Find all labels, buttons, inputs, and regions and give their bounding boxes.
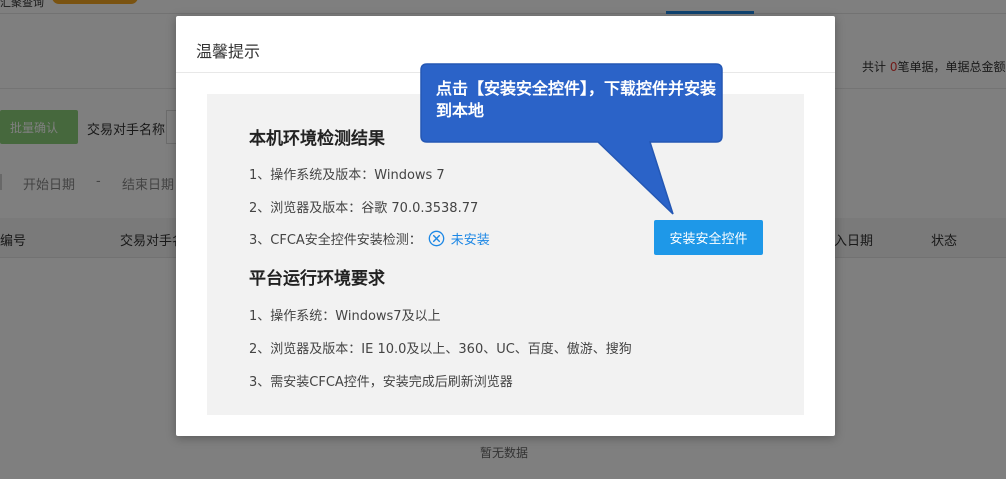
- dialog-body: 本机环境检测结果 1、操作系统及版本：Windows 7 2、浏览器及版本：谷歌…: [207, 94, 804, 415]
- req-browser-item: 2、浏览器及版本：IE 10.0及以上、360、UC、百度、傲游、搜狗: [249, 342, 632, 357]
- dialog-header: 温馨提示: [176, 16, 835, 73]
- dialog-title: 温馨提示: [196, 42, 261, 61]
- env-browser-item: 2、浏览器及版本：谷歌 70.0.3538.77: [249, 201, 479, 216]
- tips-dialog: 温馨提示 本机环境检测结果 1、操作系统及版本：Windows 7 2、浏览器及…: [176, 16, 835, 436]
- env-check-title: 本机环境检测结果: [249, 129, 385, 149]
- cfca-check-label: 3、CFCA安全控件安装检测：: [249, 233, 422, 248]
- env-os-item: 1、操作系统及版本：Windows 7: [249, 168, 445, 183]
- req-cfca-item: 3、需安装CFCA控件，安装完成后刷新浏览器: [249, 375, 513, 390]
- req-os-item: 1、操作系统：Windows7及以上: [249, 309, 441, 324]
- env-cfca-item: 3、CFCA安全控件安装检测： 未安装: [249, 229, 490, 248]
- install-security-control-button[interactable]: 安装安全控件: [654, 220, 763, 255]
- cfca-status: 未安装: [450, 233, 490, 248]
- close-circle-icon: [428, 230, 445, 247]
- platform-requirements-title: 平台运行环境要求: [249, 269, 385, 289]
